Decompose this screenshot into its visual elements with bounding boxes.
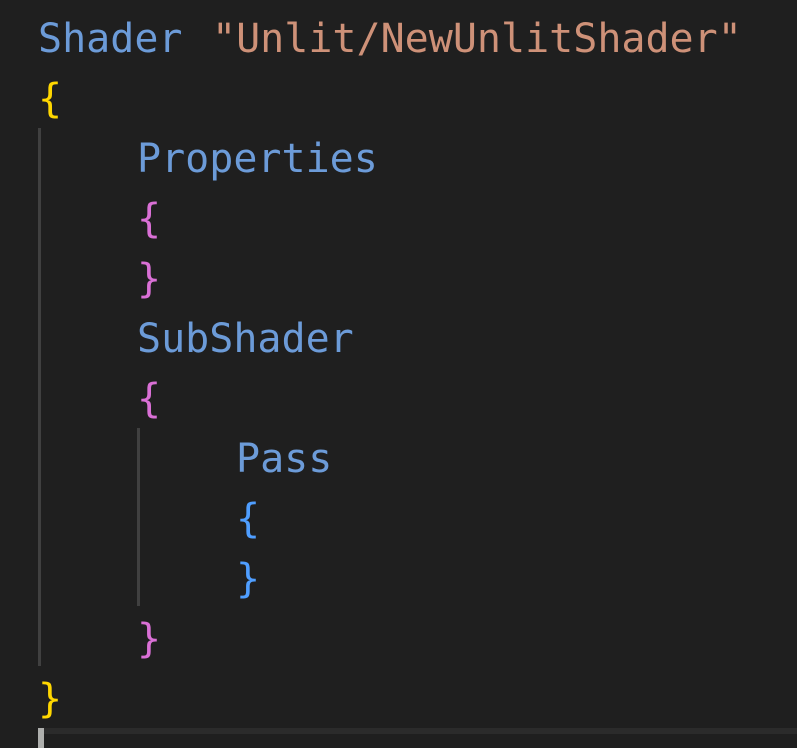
subshader-keyword: SubShader xyxy=(137,316,354,362)
shader-name-string: "Unlit/NewUnlitShader" xyxy=(212,16,742,62)
open-brace-properties: { xyxy=(137,196,162,242)
code-line-6[interactable]: SubShader xyxy=(0,309,354,369)
open-brace-shader: { xyxy=(38,76,63,122)
code-line-1[interactable]: Shader "Unlit/NewUnlitShader" xyxy=(0,9,742,69)
pass-keyword: Pass xyxy=(236,436,333,482)
code-line-2[interactable]: { xyxy=(0,69,96,129)
code-line-5[interactable]: } xyxy=(0,249,161,309)
current-line-highlight xyxy=(38,728,797,734)
code-line-3[interactable]: Properties xyxy=(0,129,378,189)
open-brace-subshader: { xyxy=(137,376,162,422)
close-brace-properties: } xyxy=(137,256,162,302)
open-brace-pass: { xyxy=(236,496,261,542)
code-line-11[interactable]: } xyxy=(0,609,161,669)
properties-keyword: Properties xyxy=(137,136,378,182)
close-brace-shader: } xyxy=(38,676,63,722)
text-cursor xyxy=(38,728,44,748)
code-editor[interactable]: Shader "Unlit/NewUnlitShader" { Properti… xyxy=(0,0,797,748)
code-line-12[interactable]: } xyxy=(0,669,96,729)
code-line-7[interactable]: { xyxy=(0,369,161,429)
close-brace-pass: } xyxy=(236,556,261,602)
close-brace-subshader: } xyxy=(137,616,162,662)
shader-keyword: Shader xyxy=(38,16,183,62)
code-line-10[interactable]: } xyxy=(0,549,260,609)
code-line-9[interactable]: { xyxy=(0,489,260,549)
code-line-4[interactable]: { xyxy=(0,189,161,249)
code-line-8[interactable]: Pass xyxy=(0,429,332,489)
indent-guide-level2 xyxy=(137,428,140,606)
